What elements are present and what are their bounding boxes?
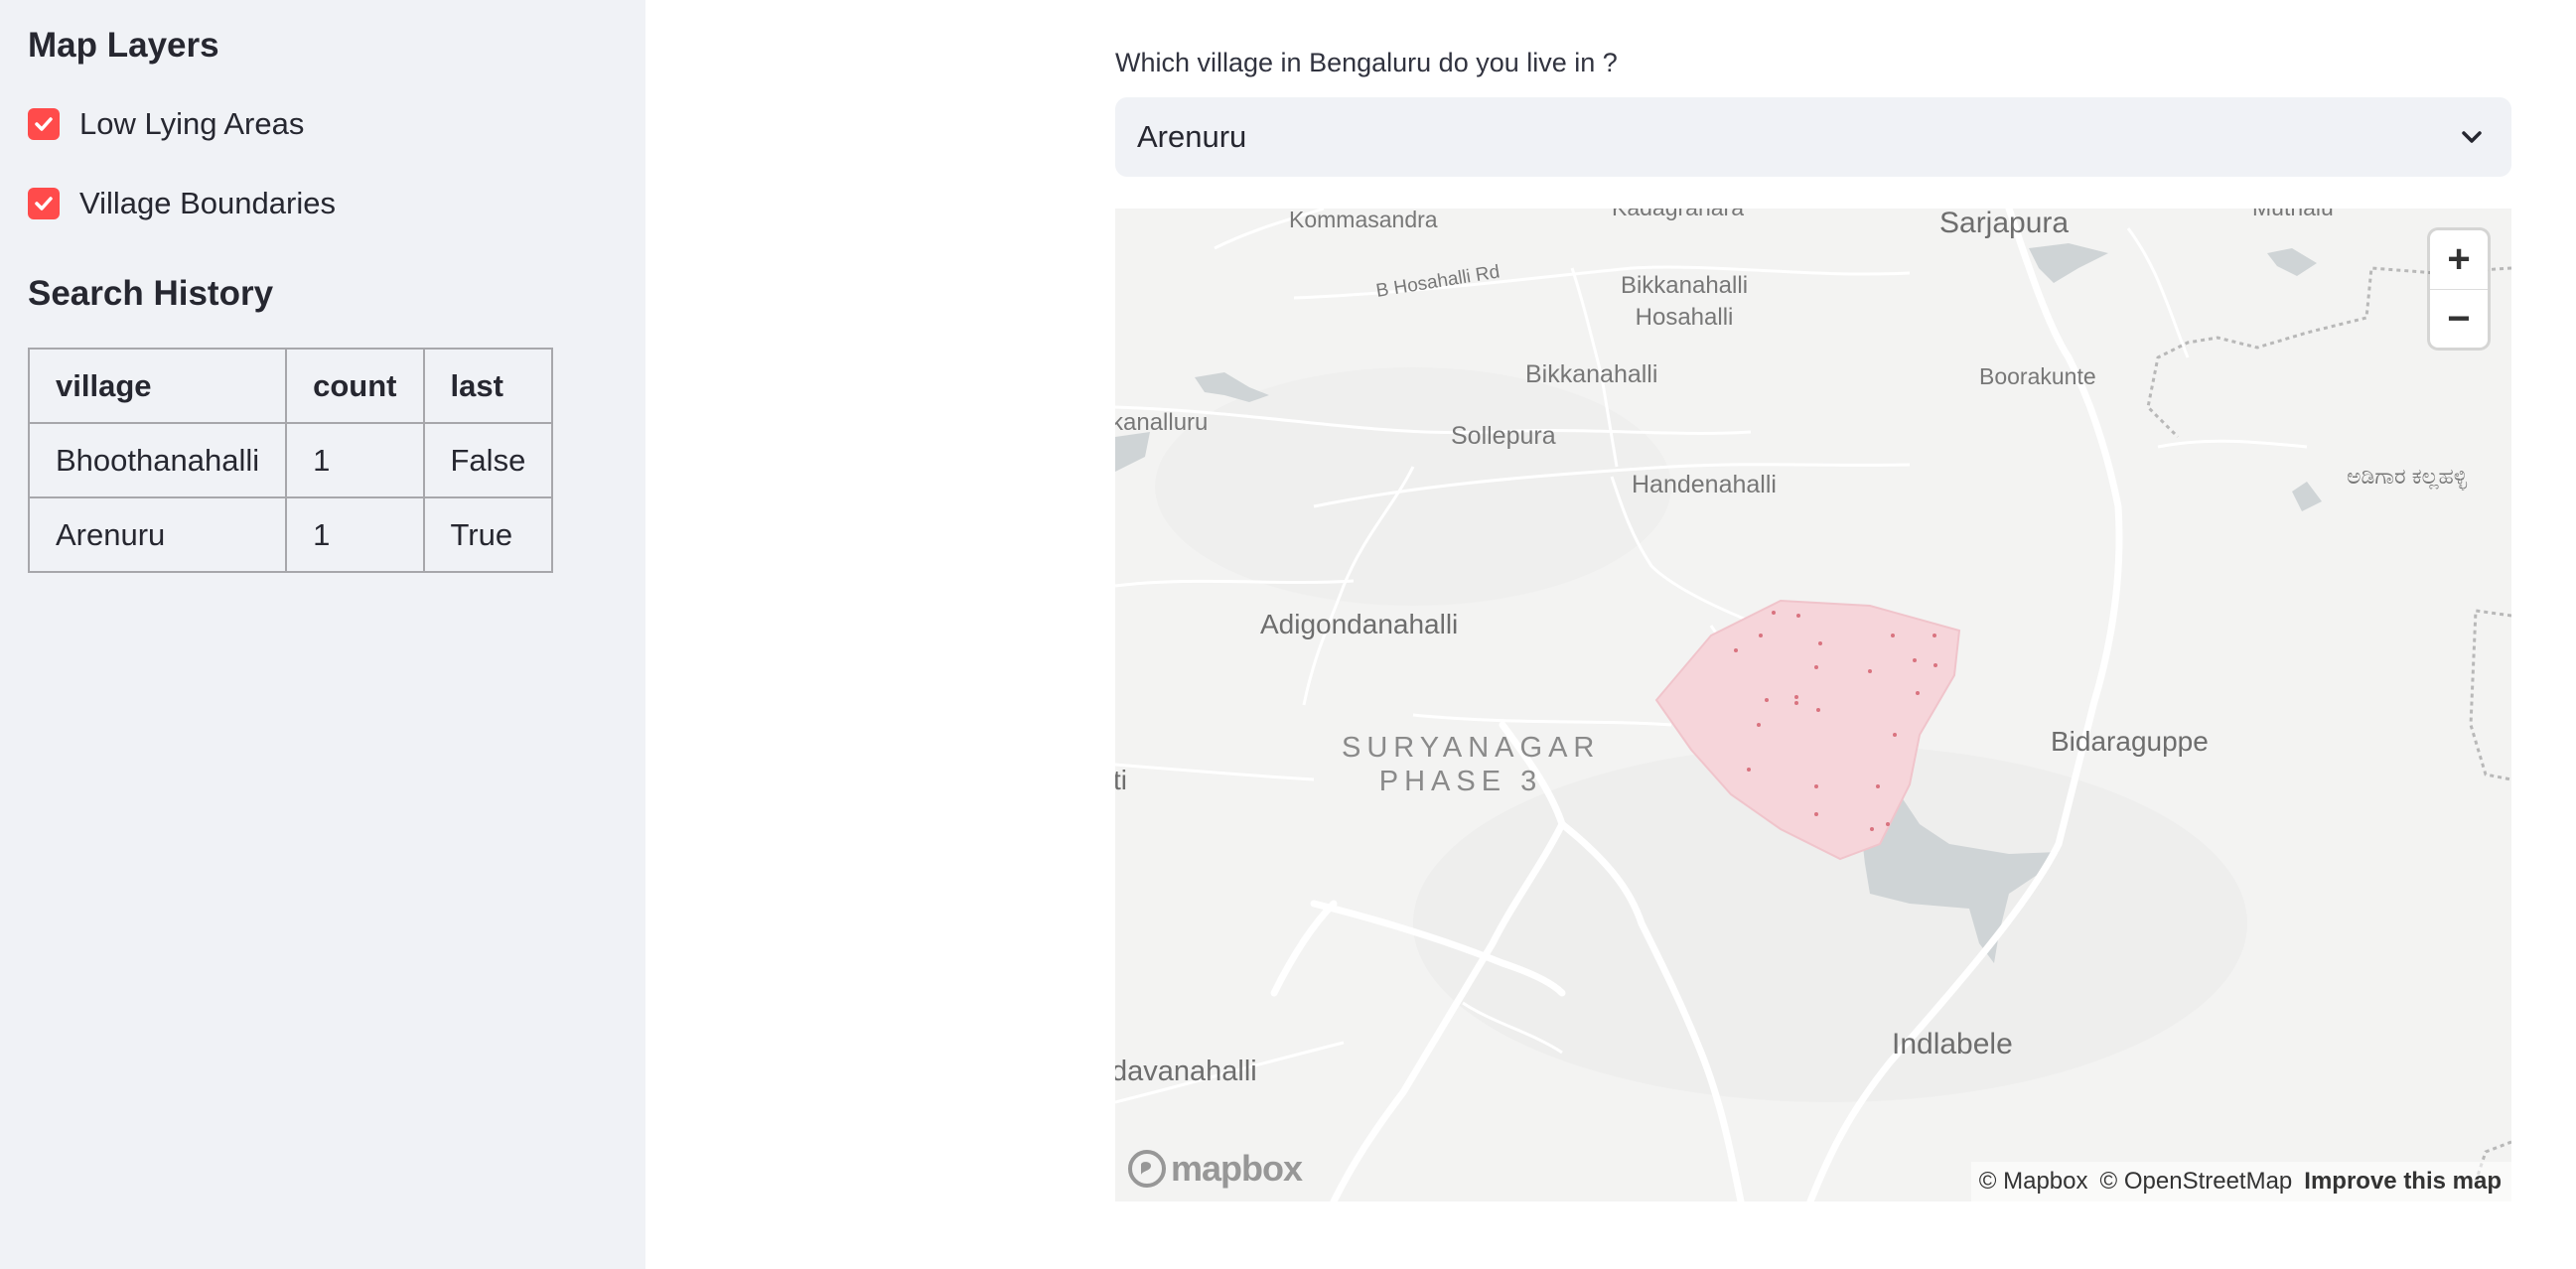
layer-label: Village Boundaries	[79, 186, 336, 220]
sidebar: Map Layers Low Lying Areas Village Bound…	[0, 0, 645, 1269]
map-label-ti: ti	[1115, 765, 1127, 795]
mapbox-logo[interactable]: mapbox	[1127, 1148, 1303, 1190]
map-label-bikkanahalli-hosahalli: Bikkanahalli Hosahalli	[1620, 272, 1749, 331]
map-label-mutnalu: Mutnalu	[2252, 209, 2334, 221]
map-attribution: © Mapbox © OpenStreetMap Improve this ma…	[1970, 1162, 2511, 1201]
column-header-village: village	[27, 348, 288, 424]
map-label-boorakunte: Boorakunte	[1979, 363, 2096, 389]
zoom-control: + −	[2430, 230, 2488, 348]
map-label-indlabele: Indlabele	[1892, 1028, 2013, 1060]
zoom-out-button[interactable]: −	[2430, 290, 2488, 348]
map-label-adigondanahalli: Adigondanahalli	[1260, 609, 1459, 639]
attribution-mapbox-link[interactable]: © Mapbox	[1979, 1168, 2088, 1196]
map-view[interactable]: Kommasandra Kadagrahara Sarjapura Mutnal…	[1115, 209, 2511, 1201]
map-label-kommasandra: Kommasandra	[1289, 209, 1438, 232]
map-label-bikkanahalli: Bikkanahalli	[1525, 360, 1658, 388]
map-label-suryanagar-line2: PHASE 3	[1378, 766, 1543, 797]
column-header-last: last	[422, 348, 554, 424]
map-label-kadagrahara: Kadagrahara	[1612, 209, 1744, 221]
chevron-down-icon[interactable]	[2458, 123, 2486, 156]
map-label-sollepura: Sollepura	[1451, 422, 1556, 450]
search-history-table: village count last Bhoothanahalli 1 Fals…	[27, 348, 554, 573]
layer-label: Low Lying Areas	[79, 106, 305, 141]
village-question-label: Which village in Bengaluru do you live i…	[1115, 48, 1618, 77]
mapbox-logo-icon	[1128, 1150, 1166, 1188]
table-cell: True	[422, 496, 554, 573]
table-row: Bhoothanahalli 1 False	[27, 422, 554, 498]
improve-map-link[interactable]: Improve this map	[2304, 1168, 2502, 1196]
selected-village-value: Arenuru	[1137, 119, 1247, 154]
mapbox-logo-text: mapbox	[1171, 1148, 1303, 1189]
layer-checkbox-low-lying-areas[interactable]: Low Lying Areas	[28, 102, 304, 146]
table-cell: Arenuru	[27, 496, 288, 573]
table-cell: False	[422, 422, 554, 498]
map-layers-heading: Map Layers	[28, 26, 219, 65]
zoom-in-button[interactable]: +	[2430, 230, 2488, 290]
checkbox-checked-icon[interactable]	[28, 108, 60, 140]
table-header-row: village count last	[27, 348, 554, 424]
table-cell: 1	[285, 496, 425, 573]
table-cell: Bhoothanahalli	[27, 422, 288, 498]
table-row: Arenuru 1 True	[27, 496, 554, 573]
map-label-sarjapura: Sarjapura	[1939, 209, 2070, 239]
map-basemap	[1115, 209, 2511, 1201]
village-select[interactable]: Arenuru	[1115, 97, 2511, 177]
map-label-bidaraguppe: Bidaraguppe	[2051, 726, 2209, 757]
map-label-davanahalli: davanahalli	[1115, 1056, 1257, 1087]
table-cell: 1	[285, 422, 425, 498]
map-label-handenahalli: Handenahalli	[1632, 471, 1777, 498]
map-label-kannada: ಅಡಿಗಾರ ಕಲ್ಲಹಳ್ಳಿ	[2347, 464, 2468, 489]
map-label-suryanagar-line1: SURYANAGAR	[1342, 732, 1601, 764]
column-header-count: count	[285, 348, 425, 424]
map-label-kanalluru: kanalluru	[1115, 409, 1209, 436]
layer-checkbox-village-boundaries[interactable]: Village Boundaries	[28, 182, 336, 225]
attribution-osm-link[interactable]: © OpenStreetMap	[2100, 1168, 2293, 1196]
search-history-heading: Search History	[28, 274, 274, 313]
checkbox-checked-icon[interactable]	[28, 188, 60, 219]
map-label-suryanagar: SURYANAGAR PHASE 3	[1342, 731, 1601, 798]
